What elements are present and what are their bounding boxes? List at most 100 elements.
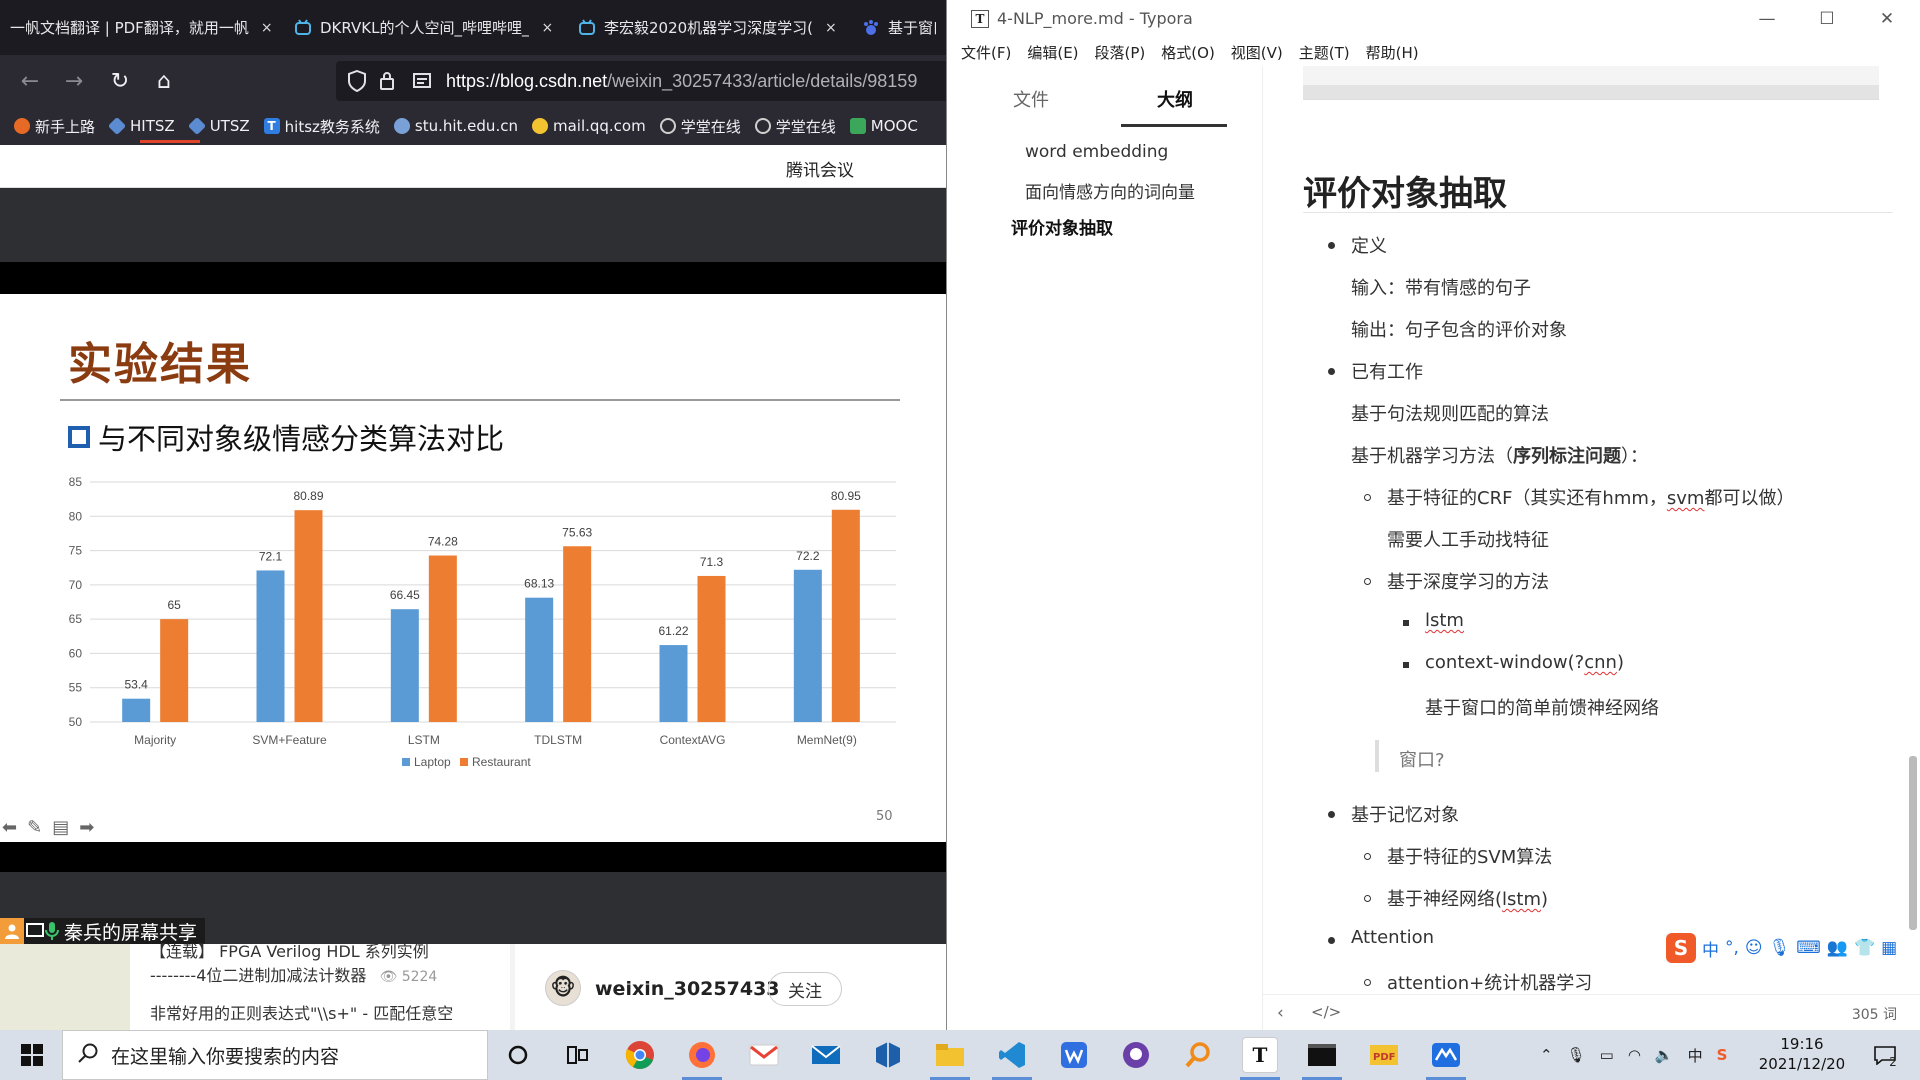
maximize-icon[interactable]: ☐ — [1807, 6, 1847, 32]
virtualbox-icon[interactable] — [870, 1037, 906, 1073]
follow-button[interactable]: 关注 — [768, 972, 842, 1006]
chrome-icon[interactable] — [622, 1037, 658, 1073]
bookmark-label: 学堂在线 — [680, 117, 741, 136]
skin-icon[interactable]: 👕 — [1854, 938, 1875, 958]
sogou-tray-icon[interactable]: S — [1717, 1046, 1728, 1064]
user-icon[interactable]: 👥 — [1827, 938, 1848, 958]
mail-icon[interactable] — [808, 1037, 844, 1073]
lock-icon[interactable] — [378, 70, 398, 96]
sogou-logo-icon[interactable]: S — [1666, 933, 1696, 963]
tab-outline[interactable]: 大纲 — [1157, 86, 1193, 112]
list-item[interactable]: --------4位二进制加减法计数器 👁 5224 — [150, 962, 437, 986]
forward-icon[interactable]: → — [58, 65, 90, 97]
url-text[interactable]: https://blog.csdn.net/weixin_30257433/ar… — [446, 71, 917, 92]
menu-view[interactable]: 视图(V) — [1231, 42, 1283, 63]
menu-file[interactable]: 文件(F) — [961, 42, 1011, 63]
slide-title: 实验结果 — [68, 339, 252, 390]
outline-item-active[interactable]: 评价对象抽取 — [1011, 214, 1113, 239]
outline-item[interactable]: word embedding — [1025, 142, 1168, 162]
bookmark-item[interactable]: mail.qq.com — [531, 117, 646, 135]
list-item: 基于记忆对象 — [1351, 805, 1459, 826]
close-icon[interactable]: × — [261, 20, 273, 36]
windows-start-icon[interactable] — [10, 1030, 54, 1080]
clock[interactable]: 19:16 2021/12/20 — [1752, 1034, 1852, 1074]
reload-icon[interactable]: ↻ — [104, 65, 136, 97]
menu-theme[interactable]: 主题(T) — [1299, 42, 1350, 63]
pen-icon[interactable]: ✎ — [27, 817, 42, 838]
menu-icon[interactable]: ▤ — [52, 817, 69, 838]
notification-icon[interactable]: 2 — [1870, 1042, 1900, 1069]
wps-writer-icon[interactable] — [1056, 1037, 1092, 1073]
vscode-icon[interactable] — [994, 1037, 1030, 1073]
home-icon[interactable]: ⌂ — [148, 65, 180, 97]
taskbar-search[interactable]: 在这里输入你要搜索的内容 — [62, 1030, 488, 1080]
tab-baidu[interactable]: 基于窗口 — [852, 0, 946, 55]
firefox-icon[interactable] — [684, 1037, 720, 1073]
clock-time: 19:16 — [1780, 1035, 1824, 1053]
tab-bilibili-lihongyi[interactable]: 李宏毅2020机器学习深度学习( × — [568, 0, 852, 55]
paragraph: 基于机器学习方法（序列标注问题）： — [1351, 442, 1648, 468]
microphone-icon[interactable]: 🎙 — [1567, 1046, 1586, 1064]
word-count[interactable]: 305 词 — [1852, 1004, 1897, 1024]
tab-bilibili-space[interactable]: DKRVKL的个人空间_哔哩哔哩_ × — [284, 0, 568, 55]
keyboard-icon[interactable]: ⌨ — [1796, 938, 1821, 958]
emoji-icon[interactable]: ☺ — [1745, 938, 1763, 958]
file-explorer-icon[interactable] — [932, 1037, 968, 1073]
punctuation-icon[interactable]: °, — [1725, 938, 1739, 958]
close-icon[interactable]: × — [825, 20, 837, 36]
y-tick-label: 75 — [69, 544, 83, 558]
ime-indicator[interactable]: 中 — [1688, 1045, 1703, 1066]
bookmark-item[interactable]: 学堂在线 — [754, 116, 836, 137]
avatar[interactable]: 🐵 — [545, 970, 581, 1006]
menu-paragraph[interactable]: 段落(P) — [1095, 42, 1146, 63]
task-view-icon[interactable] — [560, 1037, 596, 1073]
microphone-icon[interactable]: 🎙 — [1769, 938, 1791, 958]
menu-help[interactable]: 帮助(H) — [1366, 42, 1419, 63]
battery-icon[interactable]: ▭ — [1600, 1046, 1614, 1064]
bookmark-item[interactable]: stu.hit.edu.cn — [393, 117, 518, 135]
bookmark-item[interactable]: 新手上路 — [14, 116, 95, 137]
address-bar[interactable]: https://blog.csdn.net/weixin_30257433/ar… — [336, 61, 946, 101]
next-arrow-icon[interactable]: ➡ — [79, 817, 94, 838]
chevron-up-icon[interactable]: ⌃ — [1540, 1046, 1553, 1064]
tab-yifan[interactable]: 一帆文档翻译 | PDF翻译，就用一帆 × — [0, 0, 284, 55]
github-icon[interactable] — [1118, 1037, 1154, 1073]
volume-icon[interactable]: 🔈 — [1655, 1046, 1674, 1064]
chevron-left-icon[interactable]: ‹ — [1277, 1003, 1284, 1023]
reader-icon[interactable] — [412, 71, 432, 95]
ime-language[interactable]: 中 — [1702, 936, 1719, 961]
list-item[interactable]: 非常好用的正则表达式"\\s+" - 匹配任意空 — [150, 1000, 453, 1024]
bookmark-item[interactable]: 学堂在线 — [659, 116, 741, 137]
grid-icon[interactable]: ▦ — [1881, 938, 1897, 958]
typora-taskbar-icon[interactable]: T — [1242, 1037, 1278, 1073]
cortana-icon[interactable] — [500, 1037, 536, 1073]
bookmark-item[interactable]: MOOC — [849, 117, 918, 135]
source-code-icon[interactable]: </> — [1311, 1003, 1341, 1021]
menu-edit[interactable]: 编辑(E) — [1027, 42, 1078, 63]
gmail-icon[interactable] — [746, 1037, 782, 1073]
back-icon[interactable]: ← — [14, 65, 46, 97]
prev-arrow-icon[interactable]: ⬅ — [2, 817, 17, 838]
terminal-icon[interactable] — [1304, 1037, 1340, 1073]
outline-item[interactable]: 面向情感方向的词向量 — [1025, 178, 1195, 203]
bookmark-item[interactable]: Thitsz教务系统 — [263, 116, 380, 137]
close-icon[interactable]: ✕ — [1867, 6, 1907, 32]
minimize-icon[interactable]: — — [1747, 6, 1787, 32]
editor[interactable]: 评价对象抽取 定义 输入：带有情感的句子 输出：句子包含的评价对象 已有工作 基… — [1263, 66, 1920, 1030]
author-name[interactable]: weixin_30257433 — [595, 978, 780, 1000]
shield-icon[interactable] — [348, 69, 366, 96]
search-app-icon[interactable] — [1180, 1037, 1216, 1073]
close-icon[interactable]: × — [541, 20, 553, 36]
bookmark-item[interactable]: HITSZ — [107, 116, 175, 136]
screen-mic-icon — [24, 918, 64, 944]
bookmark-item[interactable]: UTSZ — [187, 116, 250, 136]
wifi-icon[interactable]: ◠ — [1628, 1046, 1641, 1064]
pdf-icon[interactable]: PDF — [1366, 1037, 1402, 1073]
data-label: 68.13 — [524, 577, 554, 591]
tencent-meeting-icon[interactable] — [1428, 1037, 1464, 1073]
tab-files[interactable]: 文件 — [1013, 86, 1049, 112]
menu-format[interactable]: 格式(O) — [1161, 42, 1215, 63]
list-item[interactable]: 【连载】 FPGA Verilog HDL 系列实例 — [150, 938, 429, 962]
scrollbar-thumb[interactable] — [1909, 756, 1917, 930]
bookmark-label: 新手上路 — [35, 117, 96, 136]
